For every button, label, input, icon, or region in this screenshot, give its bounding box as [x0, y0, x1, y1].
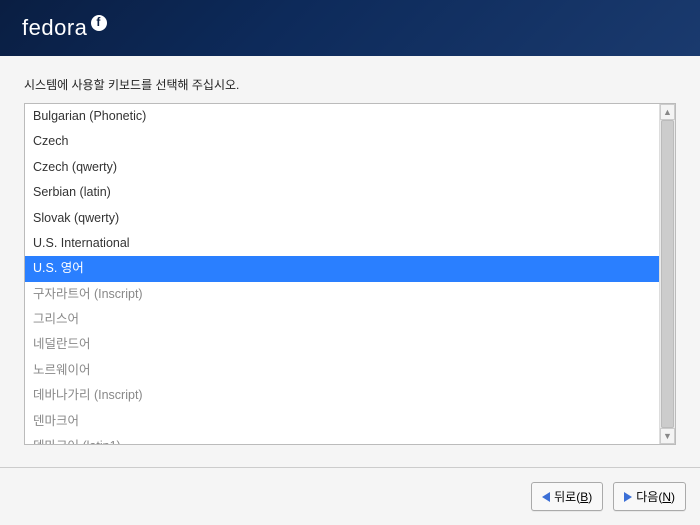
- scroll-track[interactable]: [660, 120, 675, 428]
- keyboard-list-container: Bulgarian (Phonetic)CzechCzech (qwerty)S…: [24, 103, 676, 445]
- keyboard-option[interactable]: 구자라트어 (Inscript): [25, 282, 659, 307]
- scroll-down-button[interactable]: ▼: [660, 428, 675, 444]
- keyboard-option[interactable]: Czech: [25, 129, 659, 154]
- scrollbar[interactable]: ▲ ▼: [659, 104, 675, 444]
- next-button[interactable]: 다음(N): [613, 482, 686, 511]
- fedora-logo: fedora: [22, 15, 107, 41]
- back-button-label: 뒤로(B): [554, 488, 592, 505]
- logo-text: fedora: [22, 15, 87, 41]
- keyboard-option[interactable]: 네덜란드어: [25, 332, 659, 357]
- content-area: 시스템에 사용할 키보드를 선택해 주십시오. Bulgarian (Phone…: [0, 56, 700, 445]
- keyboard-option[interactable]: 노르웨이어: [25, 358, 659, 383]
- keyboard-option[interactable]: Serbian (latin): [25, 180, 659, 205]
- next-button-label: 다음(N): [636, 488, 675, 505]
- arrow-right-icon: [624, 492, 632, 502]
- keyboard-option[interactable]: U.S. International: [25, 231, 659, 256]
- back-button[interactable]: 뒤로(B): [531, 482, 603, 511]
- footer-bar: 뒤로(B) 다음(N): [0, 467, 700, 525]
- keyboard-option[interactable]: Czech (qwerty): [25, 155, 659, 180]
- scroll-thumb[interactable]: [661, 120, 674, 428]
- keyboard-option[interactable]: 덴마크어 (latin1): [25, 434, 659, 444]
- keyboard-option[interactable]: 덴마크어: [25, 409, 659, 434]
- scroll-up-button[interactable]: ▲: [660, 104, 675, 120]
- keyboard-option[interactable]: Bulgarian (Phonetic): [25, 104, 659, 129]
- keyboard-list[interactable]: Bulgarian (Phonetic)CzechCzech (qwerty)S…: [25, 104, 659, 444]
- fedora-logo-icon: [91, 15, 107, 31]
- keyboard-prompt: 시스템에 사용할 키보드를 선택해 주십시오.: [24, 76, 676, 93]
- keyboard-option[interactable]: 데바나가리 (Inscript): [25, 383, 659, 408]
- keyboard-option[interactable]: U.S. 영어: [25, 256, 659, 281]
- installer-header: fedora: [0, 0, 700, 56]
- arrow-left-icon: [542, 492, 550, 502]
- keyboard-option[interactable]: Slovak (qwerty): [25, 206, 659, 231]
- keyboard-option[interactable]: 그리스어: [25, 307, 659, 332]
